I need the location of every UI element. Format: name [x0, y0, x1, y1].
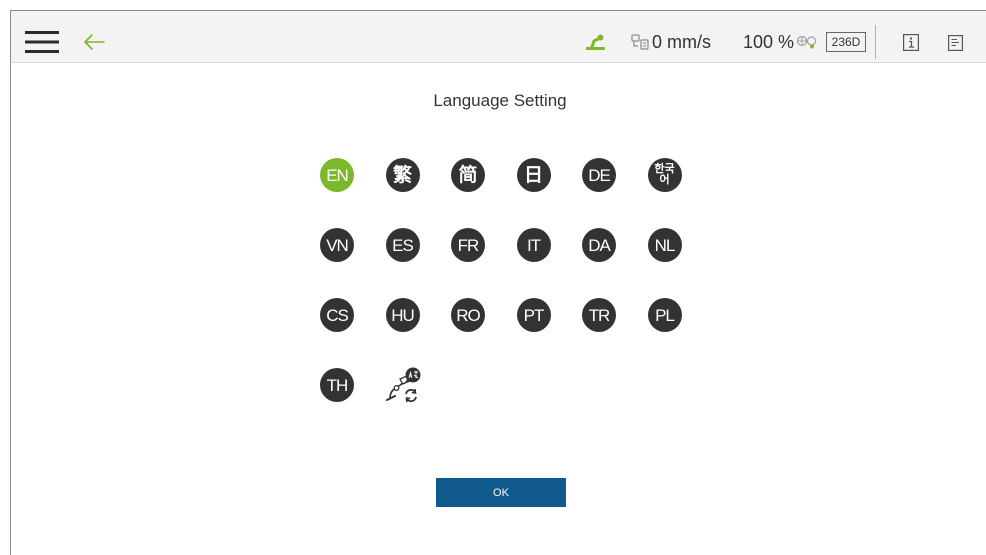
language-button-pt[interactable]: PT	[516, 298, 551, 332]
language-button-label: DA	[588, 235, 611, 255]
language-button-tr[interactable]: TR	[582, 298, 616, 332]
language-button-en[interactable]: EN	[320, 158, 354, 192]
log-icon[interactable]	[948, 35, 963, 51]
language-button-label: 日	[523, 164, 543, 186]
language-button-label: CS	[326, 305, 349, 325]
language-button-label: PL	[655, 305, 675, 325]
language-button-vn[interactable]: VN	[320, 228, 354, 262]
safety-status-icon	[796, 35, 817, 49]
info-icon[interactable]	[903, 34, 919, 51]
language-button-label: FR	[457, 235, 480, 255]
language-button-de[interactable]: DE	[582, 158, 616, 192]
custom-language-icon	[385, 367, 420, 403]
back-arrow-icon[interactable]	[83, 33, 105, 51]
robot-id-badge: 236D	[826, 32, 866, 52]
robot-arm-icon[interactable]	[585, 33, 607, 51]
language-button-cs[interactable]: CS	[320, 298, 354, 332]
language-button-simplified-chinese[interactable]: 简	[451, 158, 485, 192]
language-button-korean[interactable]: 한국어	[647, 158, 682, 192]
language-button-label: PT	[523, 305, 545, 325]
language-button-label: IT	[526, 235, 541, 255]
language-button-fr[interactable]: FR	[451, 228, 485, 262]
top-bar: 0 mm/s 100 % 236D	[11, 11, 986, 63]
language-button-label: 한국어	[654, 163, 675, 186]
language-button-label: 繁	[392, 164, 412, 186]
speed-icon	[631, 34, 649, 50]
language-button-label: VN	[326, 235, 349, 255]
language-button-traditional-chinese[interactable]: 繁	[385, 158, 420, 192]
language-button-es[interactable]: ES	[385, 228, 420, 262]
language-button-da[interactable]: DA	[582, 228, 616, 262]
language-button-label: ES	[392, 235, 414, 255]
language-button-pl[interactable]: PL	[647, 298, 682, 332]
language-button-label: EN	[326, 165, 349, 185]
page-title: Language Setting	[433, 91, 567, 110]
hamburger-menu-icon[interactable]	[25, 31, 59, 53]
language-grid: EN 繁 简 日 DE 한국어 VN ES FR IT DA NL CS HU RO PT TR PL TH	[320, 158, 682, 403]
language-button-nl[interactable]: NL	[647, 228, 682, 262]
header-divider	[875, 25, 876, 59]
language-button-label: TR	[588, 305, 611, 325]
language-button-japanese[interactable]: 日	[516, 158, 551, 192]
speed-percentage[interactable]: 100 %	[743, 32, 794, 52]
language-button-label: 简	[458, 164, 478, 186]
language-button-label: TH	[326, 375, 349, 395]
language-button-label: NL	[654, 235, 676, 255]
custom-language-button[interactable]	[385, 367, 420, 403]
speed-readout: 0 mm/s	[652, 32, 712, 52]
language-button-label: RO	[456, 305, 480, 325]
language-button-it[interactable]: IT	[516, 228, 551, 262]
language-button-ro[interactable]: RO	[451, 298, 485, 332]
ok-button[interactable]: OK	[436, 478, 566, 507]
language-button-label: DE	[588, 165, 611, 185]
language-button-hu[interactable]: HU	[385, 298, 420, 332]
language-button-label: HU	[391, 305, 415, 325]
language-button-th[interactable]: TH	[320, 368, 354, 402]
